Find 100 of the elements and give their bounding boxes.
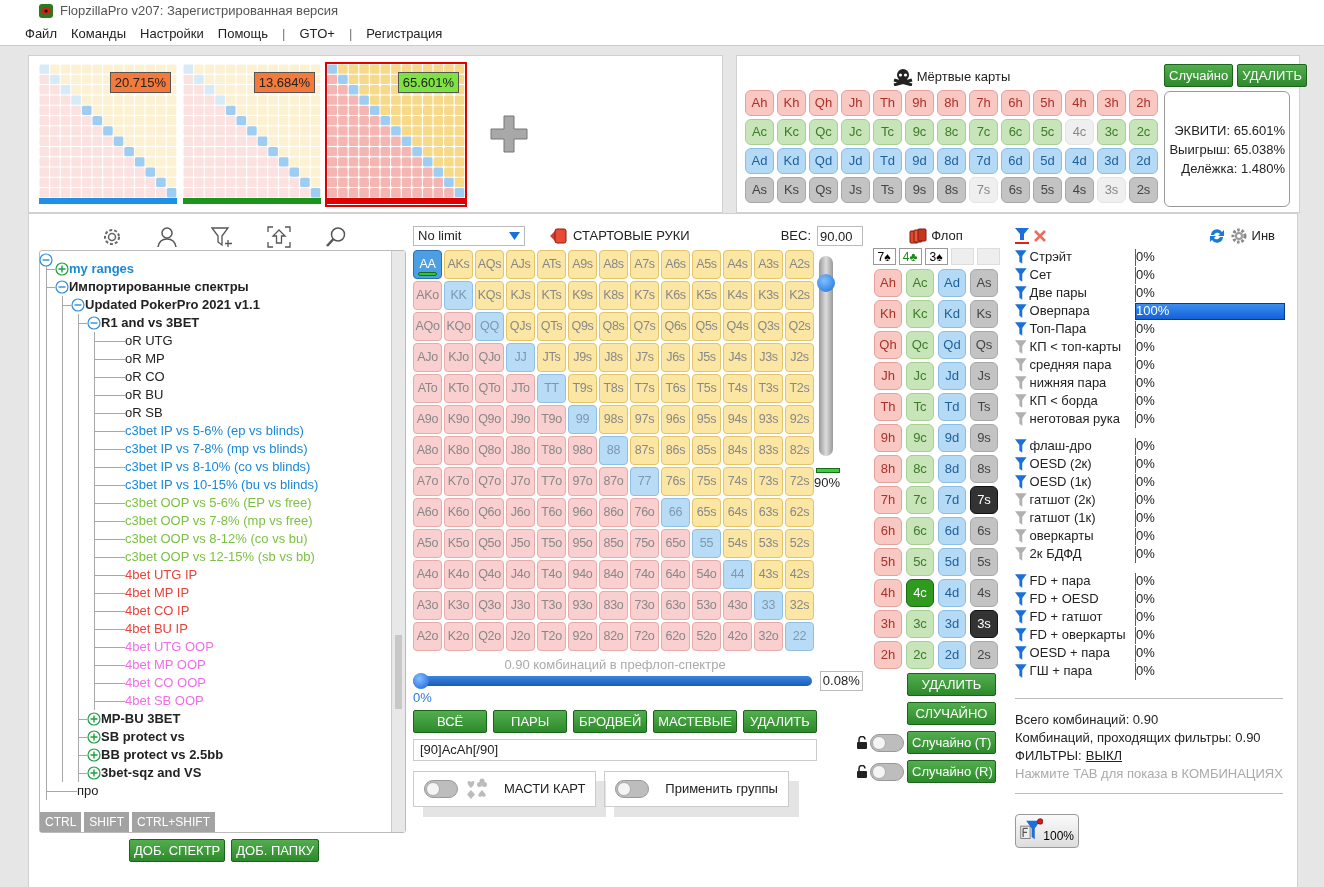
hand-cell[interactable]: KTs — [537, 281, 566, 310]
hand-cell[interactable]: T9s — [568, 374, 597, 403]
card-button[interactable]: Ts — [970, 393, 998, 421]
settings-icon[interactable] — [101, 226, 123, 248]
scrollbar[interactable] — [391, 251, 405, 832]
card-button[interactable]: Qd — [938, 331, 966, 359]
hand-cell[interactable]: 86s — [661, 436, 690, 465]
hand-cell[interactable]: 75o — [630, 529, 659, 558]
card-button[interactable]: 6d — [1001, 148, 1030, 174]
hand-cell[interactable]: 55 — [692, 529, 721, 558]
hand-cell[interactable]: Q4s — [723, 312, 752, 341]
hand-cell[interactable]: Q5o — [475, 529, 504, 558]
tree-folder[interactable]: 3bet-sqz and VS — [101, 763, 202, 783]
hand-cell[interactable]: 83s — [754, 436, 783, 465]
card-button[interactable]: 5c — [1033, 119, 1062, 145]
filter-icon[interactable] — [1015, 546, 1027, 562]
card-button[interactable]: 8d — [937, 148, 966, 174]
card-button[interactable]: Jd — [841, 148, 870, 174]
weight-slider[interactable] — [819, 256, 833, 456]
tree-toggle-icon[interactable] — [87, 712, 101, 726]
card-button[interactable]: 5c — [906, 548, 934, 576]
hand-cell[interactable]: Q8s — [599, 312, 628, 341]
hand-cell[interactable]: TT — [537, 374, 566, 403]
hand-cell[interactable]: Q3o — [475, 591, 504, 620]
filter-icon[interactable] — [1015, 339, 1027, 355]
hand-cell[interactable]: A7s — [630, 250, 659, 279]
hand-cell[interactable]: 84o — [599, 560, 628, 589]
card-button[interactable]: Ad — [745, 148, 774, 174]
hand-cell[interactable]: J8s — [599, 343, 628, 372]
card-button[interactable]: 2d — [938, 641, 966, 669]
filter-icon[interactable] — [1015, 663, 1027, 679]
card-button[interactable]: 6h — [874, 517, 902, 545]
card-button[interactable]: 7h — [969, 90, 998, 116]
card-button[interactable]: 6h — [1001, 90, 1030, 116]
hand-cell[interactable]: K8s — [599, 281, 628, 310]
range-text-field[interactable]: [90]AcAh[/90] — [413, 739, 817, 761]
refresh-icon[interactable] — [1207, 227, 1226, 245]
hand-cell[interactable]: K4s — [723, 281, 752, 310]
card-button[interactable]: 9h — [905, 90, 934, 116]
card-button[interactable]: Jd — [938, 362, 966, 390]
action-button[interactable]: УДАЛИТЬ — [742, 710, 817, 733]
range-thumbnail[interactable]: 65.601% — [325, 61, 467, 207]
hand-cell[interactable]: 33 — [754, 591, 783, 620]
card-button[interactable]: As — [745, 177, 774, 203]
card-button[interactable]: Jh — [841, 90, 870, 116]
filter-icon[interactable] — [1015, 573, 1027, 589]
hand-cell[interactable]: K9s — [568, 281, 597, 310]
action-button[interactable]: БРОДВЕЙ — [573, 710, 648, 733]
card-button[interactable]: Kh — [777, 90, 806, 116]
card-button[interactable]: Ts — [873, 177, 902, 203]
tree-item[interactable]: oR SB — [125, 403, 163, 423]
hand-cell[interactable]: 65s — [692, 498, 721, 527]
hand-cell[interactable]: J3o — [506, 591, 535, 620]
hand-cell[interactable]: 64o — [661, 560, 690, 589]
hand-cell[interactable]: 85s — [692, 436, 721, 465]
range-slider[interactable] — [413, 676, 812, 686]
hand-cell[interactable]: Q2s — [785, 312, 814, 341]
card-button[interactable]: Qs — [970, 331, 998, 359]
hand-cell[interactable]: T5s — [692, 374, 721, 403]
filter-icon[interactable] — [1015, 456, 1027, 472]
hand-cell[interactable]: A9o — [413, 405, 442, 434]
hand-cell[interactable]: 63o — [661, 591, 690, 620]
card-button[interactable]: 8c — [906, 455, 934, 483]
card-button[interactable]: 8h — [937, 90, 966, 116]
card-button[interactable]: 9d — [938, 424, 966, 452]
hand-cell[interactable]: 43s — [754, 560, 783, 589]
card-button[interactable]: Kc — [777, 119, 806, 145]
hand-cell[interactable]: 88 — [599, 436, 628, 465]
tree-item[interactable]: 4bet UTG IP — [125, 565, 198, 585]
hand-cell[interactable]: A6o — [413, 498, 442, 527]
hand-cell[interactable]: 86o — [599, 498, 628, 527]
hand-cell[interactable]: T6s — [661, 374, 690, 403]
filter-icon[interactable] — [1015, 492, 1027, 508]
hand-cell[interactable]: Q9s — [568, 312, 597, 341]
tree-item[interactable]: oR BU — [125, 385, 164, 405]
hand-cell[interactable]: J7s — [630, 343, 659, 372]
filter-icon[interactable] — [1015, 303, 1027, 319]
tree-folder[interactable]: Updated PokerPro 2021 v1.1 — [85, 295, 260, 315]
action-button[interactable]: ВСЁ — [413, 710, 488, 733]
hand-cell[interactable]: KJs — [506, 281, 535, 310]
hand-cell[interactable]: 74o — [630, 560, 659, 589]
hand-cell[interactable]: 97o — [568, 467, 597, 496]
hand-cell[interactable]: Q2o — [475, 622, 504, 651]
hand-cell[interactable]: J7o — [506, 467, 535, 496]
tree-folder[interactable]: R1 and vs 3BET — [101, 313, 200, 333]
range-thumbnail[interactable]: 13.684% — [181, 61, 323, 207]
hand-cell[interactable]: Q7o — [475, 467, 504, 496]
tree-toggle-icon[interactable] — [87, 730, 101, 744]
card-button[interactable]: 3d — [938, 610, 966, 638]
hand-cell[interactable]: A8s — [599, 250, 628, 279]
menu-item[interactable]: Регистрация — [366, 23, 443, 44]
card-button[interactable]: Kd — [938, 300, 966, 328]
tree-toggle-icon[interactable] — [87, 316, 101, 330]
card-button[interactable]: Th — [874, 393, 902, 421]
hand-cell[interactable]: 52o — [692, 622, 721, 651]
card-button[interactable]: 8d — [938, 455, 966, 483]
card-button[interactable]: 5d — [938, 548, 966, 576]
hand-cell[interactable]: J2s — [785, 343, 814, 372]
action-button[interactable]: Случайно — [1164, 64, 1234, 87]
slider-thumb[interactable] — [413, 673, 429, 689]
